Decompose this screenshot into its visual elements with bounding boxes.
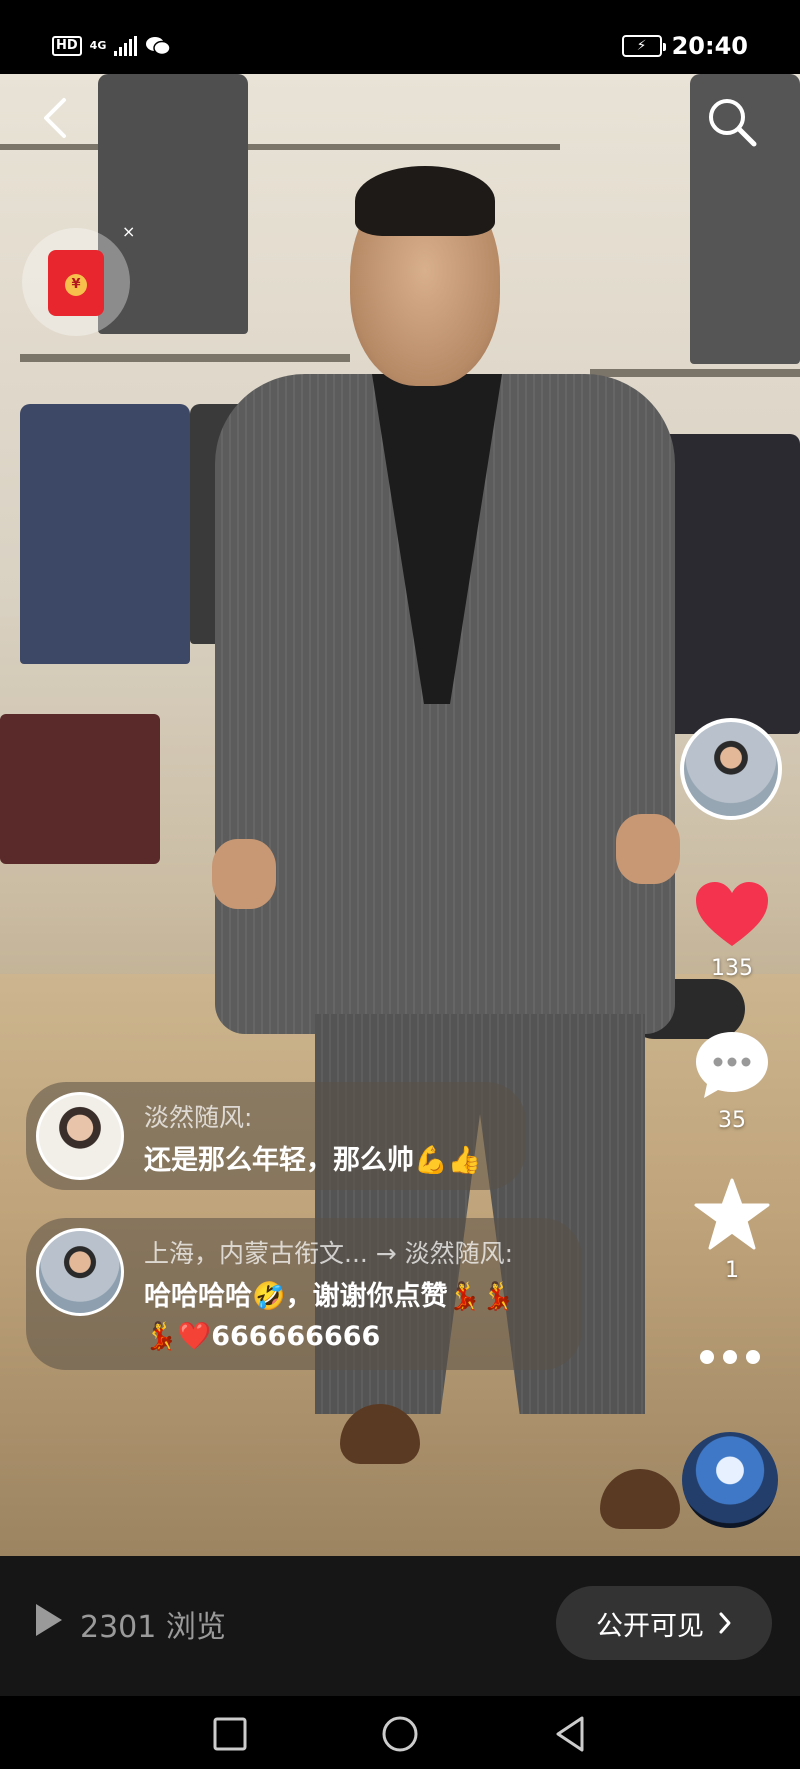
comment-bubble-icon bbox=[696, 1032, 768, 1098]
comment-text-line2: 💃❤️666666666 bbox=[144, 1321, 381, 1352]
like-count: 135 bbox=[711, 956, 753, 981]
favorite-count: 1 bbox=[725, 1258, 739, 1283]
red-packet-button[interactable]: ¥ bbox=[22, 228, 130, 336]
person-hand bbox=[616, 814, 680, 884]
person-hair bbox=[355, 166, 495, 236]
star-icon bbox=[694, 1178, 770, 1250]
rack-bar bbox=[0, 144, 560, 150]
creator-avatar[interactable] bbox=[680, 718, 782, 820]
close-icon[interactable]: × bbox=[122, 222, 135, 241]
heart-icon bbox=[696, 882, 768, 946]
back-triangle-icon[interactable] bbox=[550, 1714, 590, 1754]
more-options-icon[interactable] bbox=[700, 1350, 760, 1364]
comment-count: 35 bbox=[718, 1108, 746, 1133]
battery-icon: ⚡ bbox=[621, 35, 666, 57]
commenter-avatar bbox=[36, 1228, 124, 1316]
back-arrow-icon[interactable] bbox=[36, 96, 80, 140]
home-circle-icon[interactable] bbox=[380, 1714, 420, 1754]
comment-button[interactable]: 35 bbox=[690, 1030, 774, 1133]
recents-square-icon[interactable] bbox=[210, 1714, 250, 1754]
hanging-suit bbox=[20, 404, 190, 664]
red-envelope-icon: ¥ bbox=[48, 250, 104, 316]
like-button[interactable]: 135 bbox=[690, 880, 774, 981]
comment-text: 哈哈哈哈🤣，谢谢你点赞💃💃 bbox=[144, 1281, 515, 1312]
network-type: 4G bbox=[89, 39, 107, 52]
status-right: ⚡ 20:40 bbox=[621, 32, 748, 60]
visibility-button[interactable]: 公开可见 bbox=[556, 1586, 772, 1660]
rack-bar bbox=[590, 369, 800, 377]
hd-badge: HD bbox=[52, 36, 82, 56]
search-icon[interactable] bbox=[706, 96, 758, 148]
music-disc-icon[interactable] bbox=[682, 1432, 778, 1528]
play-icon bbox=[36, 1604, 62, 1636]
navigation-bar bbox=[0, 1696, 800, 1769]
signal-icon bbox=[114, 36, 138, 56]
favorite-button[interactable]: 1 bbox=[690, 1178, 774, 1283]
status-left: HD 4G bbox=[52, 36, 172, 56]
status-bar: HD 4G ⚡ 20:40 bbox=[0, 0, 800, 74]
yuan-coin-icon: ¥ bbox=[65, 274, 87, 296]
clock: 20:40 bbox=[671, 32, 748, 60]
view-count: 2301 浏览 bbox=[80, 1610, 226, 1645]
bottom-bar: 2301 浏览 公开可见 bbox=[0, 1556, 800, 1696]
comment-author: 淡然随风: bbox=[144, 1103, 253, 1132]
folded-clothes bbox=[0, 714, 160, 864]
comment-author: 上海，内蒙古衔文... → 淡然随风: bbox=[144, 1239, 514, 1268]
visibility-label: 公开可见 bbox=[596, 1610, 704, 1642]
person-hand bbox=[212, 839, 276, 909]
comment-text: 还是那么年轻，那么帅💪👍 bbox=[144, 1145, 482, 1176]
comment-bubble[interactable]: 淡然随风: 还是那么年轻，那么帅💪👍 bbox=[26, 1082, 526, 1190]
chevron-right-icon bbox=[719, 1612, 731, 1634]
wechat-icon bbox=[146, 37, 172, 56]
comment-bubble[interactable]: 上海，内蒙古衔文... → 淡然随风: 哈哈哈哈🤣，谢谢你点赞💃💃 💃❤️666… bbox=[26, 1218, 582, 1370]
rack-bar bbox=[20, 354, 350, 362]
commenter-avatar bbox=[36, 1092, 124, 1180]
